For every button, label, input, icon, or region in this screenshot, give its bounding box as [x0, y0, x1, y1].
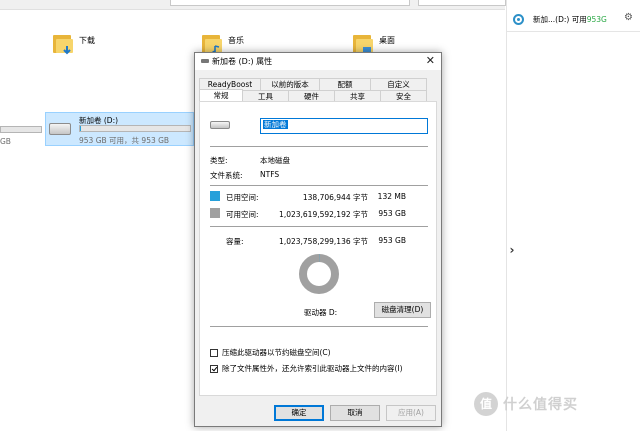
folder-label: 音乐: [228, 36, 244, 45]
drive-letter-label: 驱动器 D:: [304, 308, 338, 317]
dialog-titlebar: 新加卷 (D:) 属性 ✕: [195, 53, 441, 70]
capacity-label: 容量:: [226, 237, 244, 246]
dialog-title: 新加卷 (D:) 属性: [212, 57, 273, 66]
drive-status-widget[interactable]: 新加...(D:) 可用 953G: [513, 12, 607, 26]
separator: [210, 185, 428, 186]
type-label: 类型:: [210, 156, 228, 165]
site-watermark: 值 什么值得买: [474, 392, 578, 416]
drive-usage-bar: [0, 126, 42, 133]
hard-drive-icon: [49, 123, 71, 135]
free-space-arc: [299, 254, 339, 294]
separator: [210, 146, 428, 147]
search-box[interactable]: [418, 0, 506, 6]
folder-downloads[interactable]: 下载: [53, 33, 95, 55]
used-space-label: 已用空间:: [226, 193, 259, 202]
address-bar[interactable]: [170, 0, 410, 6]
index-checkbox[interactable]: [210, 364, 218, 373]
used-space-size: 132 MB: [377, 192, 406, 201]
chevron-right-icon[interactable]: ›: [506, 242, 518, 258]
general-tab-panel: 新加卷 类型: 本地磁盘 文件系统: NTFS 已用空间: 138,706,94…: [199, 101, 437, 396]
index-label: 除了文件属性外，还允许索引此驱动器上文件的内容(I): [222, 364, 403, 373]
compress-checkbox[interactable]: [210, 348, 218, 357]
drive-free-text: GB: [0, 137, 11, 146]
drive-icon: [210, 121, 230, 129]
tab-quota[interactable]: 配额: [319, 78, 371, 90]
capacity-bytes: 1,023,758,299,136 字节: [279, 237, 368, 246]
folder-label: 桌面: [379, 36, 395, 45]
status-free-value: 953G: [586, 14, 607, 24]
filesystem-value: NTFS: [260, 170, 280, 179]
drive-usage-bar: [79, 125, 191, 132]
tab-previous-versions[interactable]: 以前的版本: [260, 78, 320, 90]
free-space-size: 953 GB: [378, 209, 406, 218]
download-folder-icon: [53, 33, 73, 55]
compress-label: 压缩此驱动器以节约磁盘空间(C): [222, 348, 331, 357]
capacity-size: 953 GB: [378, 236, 406, 245]
properties-dialog: 新加卷 (D:) 属性 ✕ ReadyBoost 以前的版本 配额 自定义 常规…: [194, 52, 442, 427]
apply-button[interactable]: 应用(A): [386, 405, 436, 421]
cancel-button[interactable]: 取消: [330, 405, 380, 421]
used-space-swatch: [210, 191, 220, 201]
drive-usage-fill: [80, 126, 82, 131]
close-icon[interactable]: ✕: [426, 54, 435, 67]
right-side-panel: [507, 0, 640, 431]
free-space-label: 可用空间:: [226, 210, 259, 219]
separator: [210, 226, 428, 227]
watermark-badge: 值: [474, 392, 498, 416]
volume-name-input[interactable]: 新加卷: [260, 118, 428, 134]
tab-customize[interactable]: 自定义: [370, 78, 427, 90]
drive-item-d[interactable]: 新加卷 (D:) 953 GB 可用，共 953 GB: [45, 112, 194, 146]
panel-divider: [507, 31, 640, 32]
volume-name-value: 新加卷: [263, 120, 288, 129]
status-drive-name: 新加...(D:) 可用: [533, 14, 587, 24]
free-space-swatch: [210, 208, 220, 218]
disk-cleanup-button[interactable]: 磁盘清理(D): [374, 302, 431, 318]
free-space-bytes: 1,023,619,592,192 字节: [279, 210, 368, 219]
type-value: 本地磁盘: [260, 156, 290, 165]
drive-icon: [201, 59, 209, 63]
disk-status-icon: [513, 13, 524, 25]
gear-icon[interactable]: ⚙: [624, 12, 633, 23]
folder-label: 下载: [79, 36, 95, 45]
drive-item-c[interactable]: GB: [0, 112, 44, 146]
drive-free-text: 953 GB 可用，共 953 GB: [79, 136, 170, 145]
watermark-text: 什么值得买: [503, 397, 578, 413]
used-space-bytes: 138,706,944 字节: [302, 193, 368, 202]
separator: [210, 326, 428, 327]
compress-option[interactable]: 压缩此驱动器以节约磁盘空间(C): [210, 347, 331, 358]
index-option[interactable]: 除了文件属性外，还允许索引此驱动器上文件的内容(I): [210, 363, 403, 374]
filesystem-label: 文件系统:: [210, 171, 243, 180]
disk-usage-ring: [299, 254, 339, 294]
ok-button[interactable]: 确定: [274, 405, 324, 421]
